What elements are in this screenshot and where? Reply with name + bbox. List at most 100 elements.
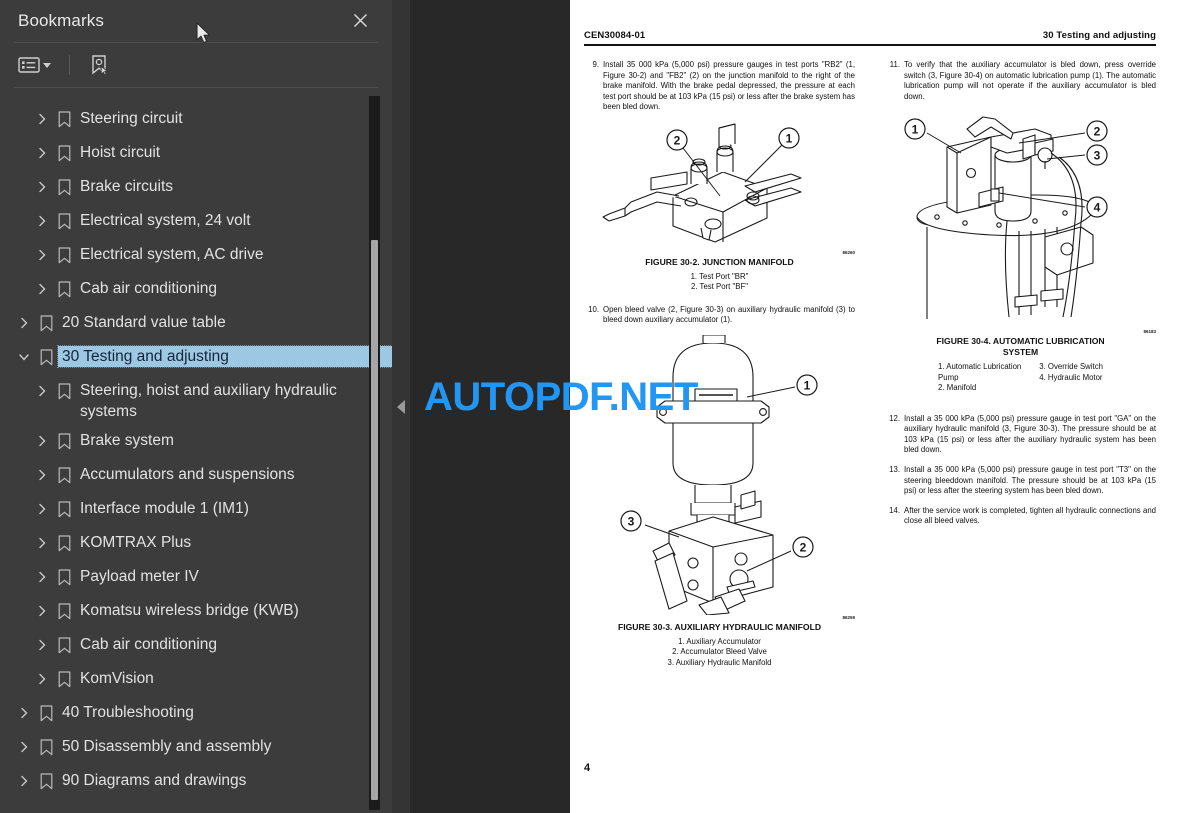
callout-1: 1 — [795, 374, 818, 396]
bookmark-item[interactable]: Steering circuit — [0, 104, 392, 138]
bookmark-item[interactable]: KomVision — [0, 664, 392, 698]
chevron-right-icon[interactable] — [32, 210, 52, 232]
chevron-right-icon[interactable] — [32, 634, 52, 656]
step-12: 12. Install a 35 000 kPa (5,000 psi) pre… — [885, 414, 1156, 456]
bookmark-icon — [34, 736, 58, 758]
bookmarks-panel: Bookmarks Steering circuit Hoist circuit… — [0, 0, 392, 813]
bookmark-item[interactable]: 40 Troubleshooting — [0, 698, 392, 732]
chevron-right-icon[interactable] — [32, 430, 52, 452]
chevron-right-icon[interactable] — [14, 770, 34, 792]
bookmark-icon — [52, 142, 76, 164]
panel-collapse-handle[interactable] — [392, 0, 410, 813]
step-13-text: Install a 35 000 kPa (5,000 psi) pressur… — [904, 464, 1156, 496]
toolbar-separator — [69, 55, 70, 75]
bookmark-icon — [52, 108, 76, 130]
bookmark-label: 20 Standard value table — [62, 314, 226, 331]
chevron-right-icon[interactable] — [32, 566, 52, 588]
legend-item: 3. Override Switch — [1039, 362, 1103, 372]
bookmark-item[interactable]: Komatsu wireless bridge (KWB) — [0, 596, 392, 630]
step-12-number: 12. — [889, 413, 900, 423]
step-14-number: 14. — [889, 505, 900, 515]
svg-text:2: 2 — [673, 133, 680, 147]
bookmark-icon — [34, 312, 58, 334]
bookmark-item[interactable]: Brake system — [0, 426, 392, 460]
bookmarks-scrollbar-thumb[interactable] — [371, 240, 378, 800]
bookmarks-tree: Steering circuit Hoist circuit Brake circu… — [0, 90, 392, 800]
doc-number: CEN30084-01 — [584, 30, 646, 41]
bookmark-icon — [52, 600, 76, 622]
chevron-down-icon[interactable] — [14, 346, 34, 368]
document-page: CEN30084-01 30 Testing and adjusting 9. … — [570, 0, 1200, 813]
bookmark-label: 90 Diagrams and drawings — [62, 772, 247, 789]
bookmark-icon — [34, 702, 58, 724]
bookmark-item[interactable]: Interface module 1 (IM1) — [0, 494, 392, 528]
bookmark-label: Komatsu wireless bridge (KWB) — [80, 602, 299, 619]
bookmark-item[interactable]: Payload meter IV — [0, 562, 392, 596]
bookmark-icon — [52, 244, 76, 266]
bookmark-item[interactable]: 50 Disassembly and assembly — [0, 732, 392, 766]
callout-3: 3 — [1085, 144, 1108, 166]
page-running-head: CEN30084-01 30 Testing and adjusting — [584, 30, 1156, 41]
figure-30-3-caption: FIGURE 30-3. AUXILIARY HYDRAULIC MANIFOL… — [617, 621, 822, 632]
chevron-right-icon[interactable] — [32, 244, 52, 266]
chevron-right-icon[interactable] — [32, 278, 52, 300]
chevron-right-icon[interactable] — [32, 600, 52, 622]
figure-30-4-artwork: 1 2 3 4 — [885, 111, 1156, 329]
callout-1: 1 — [903, 118, 926, 140]
bookmarks-scrollbar[interactable] — [369, 96, 380, 810]
bookmark-label: Cab air conditioning — [80, 280, 218, 297]
left-column: 9. Install 35 000 kPa (5,000 psi) pressu… — [584, 60, 855, 668]
bookmark-item[interactable]: 20 Standard value table — [0, 308, 392, 342]
close-icon[interactable] — [348, 8, 372, 32]
bookmark-label: Brake circuits — [80, 178, 174, 195]
legend-item: Pump — [938, 372, 959, 382]
legend-item: 2. Accumulator Bleed Valve — [672, 647, 767, 657]
bookmark-label: Steering circuit — [80, 110, 183, 127]
bookmark-item[interactable]: Cab air conditioning — [0, 274, 392, 308]
figure-30-3-artwork: 1 3 2 — [584, 334, 855, 615]
svg-text:1: 1 — [785, 131, 792, 145]
bookmark-icon — [52, 566, 76, 588]
list-options-icon[interactable] — [18, 51, 51, 79]
chevron-right-icon[interactable] — [32, 380, 52, 402]
step-13: 13. Install a 35 000 kPa (5,000 psi) pre… — [885, 465, 1156, 497]
bookmark-icon — [52, 464, 76, 486]
bookmark-label: Steering, hoist and auxiliary hydraulic … — [80, 382, 337, 420]
bookmark-label: Accumulators and suspensions — [80, 466, 295, 483]
legend-item: 4. Hydraulic Motor — [1039, 372, 1103, 382]
chevron-down-icon — [43, 62, 51, 68]
bookmark-item[interactable]: Brake circuits — [0, 172, 392, 206]
chevron-right-icon[interactable] — [32, 498, 52, 520]
bookmark-item[interactable]: KOMTRAX Plus — [0, 528, 392, 562]
chevron-right-icon[interactable] — [32, 532, 52, 554]
bookmark-item[interactable]: Electrical system, AC drive — [0, 240, 392, 274]
chevron-right-icon[interactable] — [14, 736, 34, 758]
chevron-right-icon[interactable] — [14, 312, 34, 334]
bookmark-item[interactable]: Steering, hoist and auxiliary hydraulic … — [0, 376, 392, 426]
chevron-right-icon[interactable] — [32, 668, 52, 690]
bookmark-item[interactable]: 90 Diagrams and drawings — [0, 766, 392, 800]
step-14: 14. After the service work is completed,… — [885, 506, 1156, 527]
chevron-right-icon[interactable] — [32, 108, 52, 130]
bookmark-item[interactable]: Electrical system, 24 volt — [0, 206, 392, 240]
svg-text:2: 2 — [1093, 125, 1100, 139]
bookmark-label: KOMTRAX Plus — [80, 534, 192, 551]
chevron-right-icon[interactable] — [14, 702, 34, 724]
bookmark-item[interactable]: 30 Testing and adjusting — [0, 342, 392, 376]
chevron-right-icon[interactable] — [32, 464, 52, 486]
legend-item: 1. Auxiliary Accumulator — [678, 636, 761, 646]
step-11: 11. To verify that the auxiliary accumul… — [885, 60, 1156, 102]
panel-title: Bookmarks — [18, 11, 104, 30]
bookmark-label: Hoist circuit — [80, 144, 161, 161]
new-bookmark-icon[interactable] — [88, 51, 110, 79]
bookmark-label: Electrical system, 24 volt — [80, 212, 251, 229]
chevron-right-icon[interactable] — [32, 142, 52, 164]
bookmark-icon — [34, 770, 58, 792]
legend-column-2: 3. Override Switch 4. Hydraulic Motor — [1039, 362, 1103, 393]
chevron-right-icon[interactable] — [32, 176, 52, 198]
bookmark-item[interactable]: Cab air conditioning — [0, 630, 392, 664]
bookmark-label: Payload meter IV — [80, 568, 199, 585]
bookmark-item[interactable]: Hoist circuit — [0, 138, 392, 172]
bookmark-item[interactable]: Accumulators and suspensions — [0, 460, 392, 494]
figure-30-2-art-number: 86260 — [842, 249, 855, 255]
